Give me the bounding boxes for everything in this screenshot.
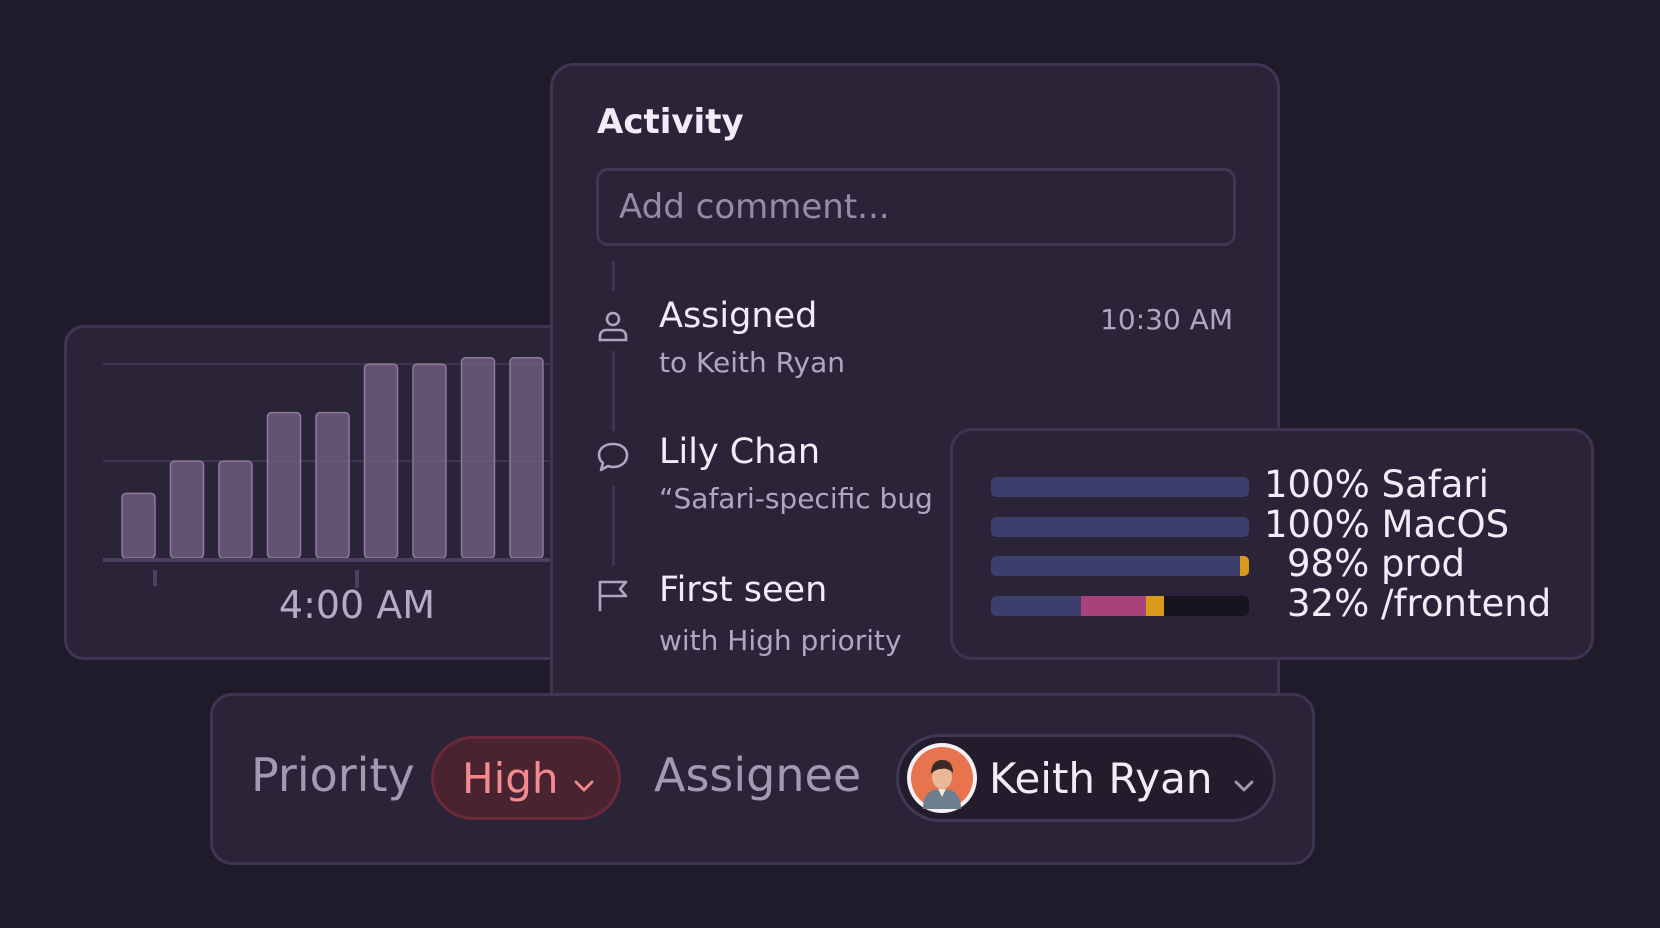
chart-x-tick-label: 4:00 AM [279,583,435,627]
priority-value: High [462,753,559,803]
priority-dropdown[interactable]: High [431,736,621,820]
tag-label: 100% Safari [1264,463,1489,506]
activity-title: Activity [597,102,744,142]
tag-name: prod [1369,542,1466,585]
chart-bar[interactable] [315,411,350,559]
tag-bar-segment [991,556,1240,576]
timeline-connector [612,261,615,291]
flag-icon [595,577,631,613]
tag-bar[interactable] [991,477,1249,497]
assignee-label: Assignee [654,748,862,802]
comment-input[interactable] [596,168,1236,246]
tag-percent: 98% [1287,542,1370,585]
event-title: Assigned [659,296,818,336]
tag-bar-segment [991,477,1249,497]
tag-name: Safari [1369,463,1489,506]
tag-label: 32% /frontend [1287,582,1551,625]
tag-label: 100% MacOS [1264,503,1509,546]
tag-name: /frontend [1369,582,1552,625]
event-subtitle: “Safari-specific bug [659,482,933,515]
chart-bar[interactable] [266,411,302,559]
assignee-dropdown[interactable]: Keith Ryan [896,734,1276,822]
tag-bar[interactable] [991,556,1249,576]
event-subtitle: with High priority [659,624,902,657]
tag-bar-segment [991,517,1249,537]
tag-label: 98% prod [1287,542,1465,585]
tag-bar-segment [1239,556,1249,576]
chart-bar[interactable] [509,356,544,559]
chart-bar[interactable] [412,363,447,559]
tag-bar-segment [1145,596,1164,616]
chart-bar[interactable] [460,356,496,559]
chart-bar[interactable] [363,363,399,559]
event-subtitle: to Keith Ryan [659,346,846,379]
timeline-connector [612,486,615,566]
chart-bar[interactable] [169,460,205,559]
user-icon [595,308,631,344]
tag-percent: 100% [1264,463,1370,506]
tag-bar[interactable] [991,517,1249,537]
event-time: 10:30 AM [1100,303,1233,336]
tag-name: MacOS [1369,503,1510,546]
events-bar-chart: 4:00 AM [103,356,581,627]
comment-icon [595,439,631,475]
events-chart-card: 4:00 AM [64,325,584,660]
event-title: Lily Chan [659,432,821,472]
tag-bar-segment [991,596,1082,616]
issue-fields-bar: Priority High Assignee Keith Ryan [210,693,1315,865]
chart-bar[interactable] [121,492,156,559]
timeline-connector [612,351,615,431]
tag-percent: 32% [1287,582,1370,625]
chevron-down-icon [1233,754,1255,803]
chevron-down-icon [573,754,595,803]
tag-percent: 100% [1264,503,1370,546]
event-title: First seen [659,570,828,610]
avatar [907,743,977,813]
tag-bar-segment [1081,596,1146,616]
assignee-name: Keith Ryan [989,753,1213,803]
tag-bar[interactable] [991,596,1249,616]
activity-panel: Activity Assigned to Keith Ryan 10:30 AM… [550,63,1280,783]
priority-label: Priority [251,748,415,802]
chart-bar[interactable] [218,460,253,559]
tag-breakdown-card: 100% Safari 100% MacOS 98% prod 32% /fronte… [950,428,1594,660]
